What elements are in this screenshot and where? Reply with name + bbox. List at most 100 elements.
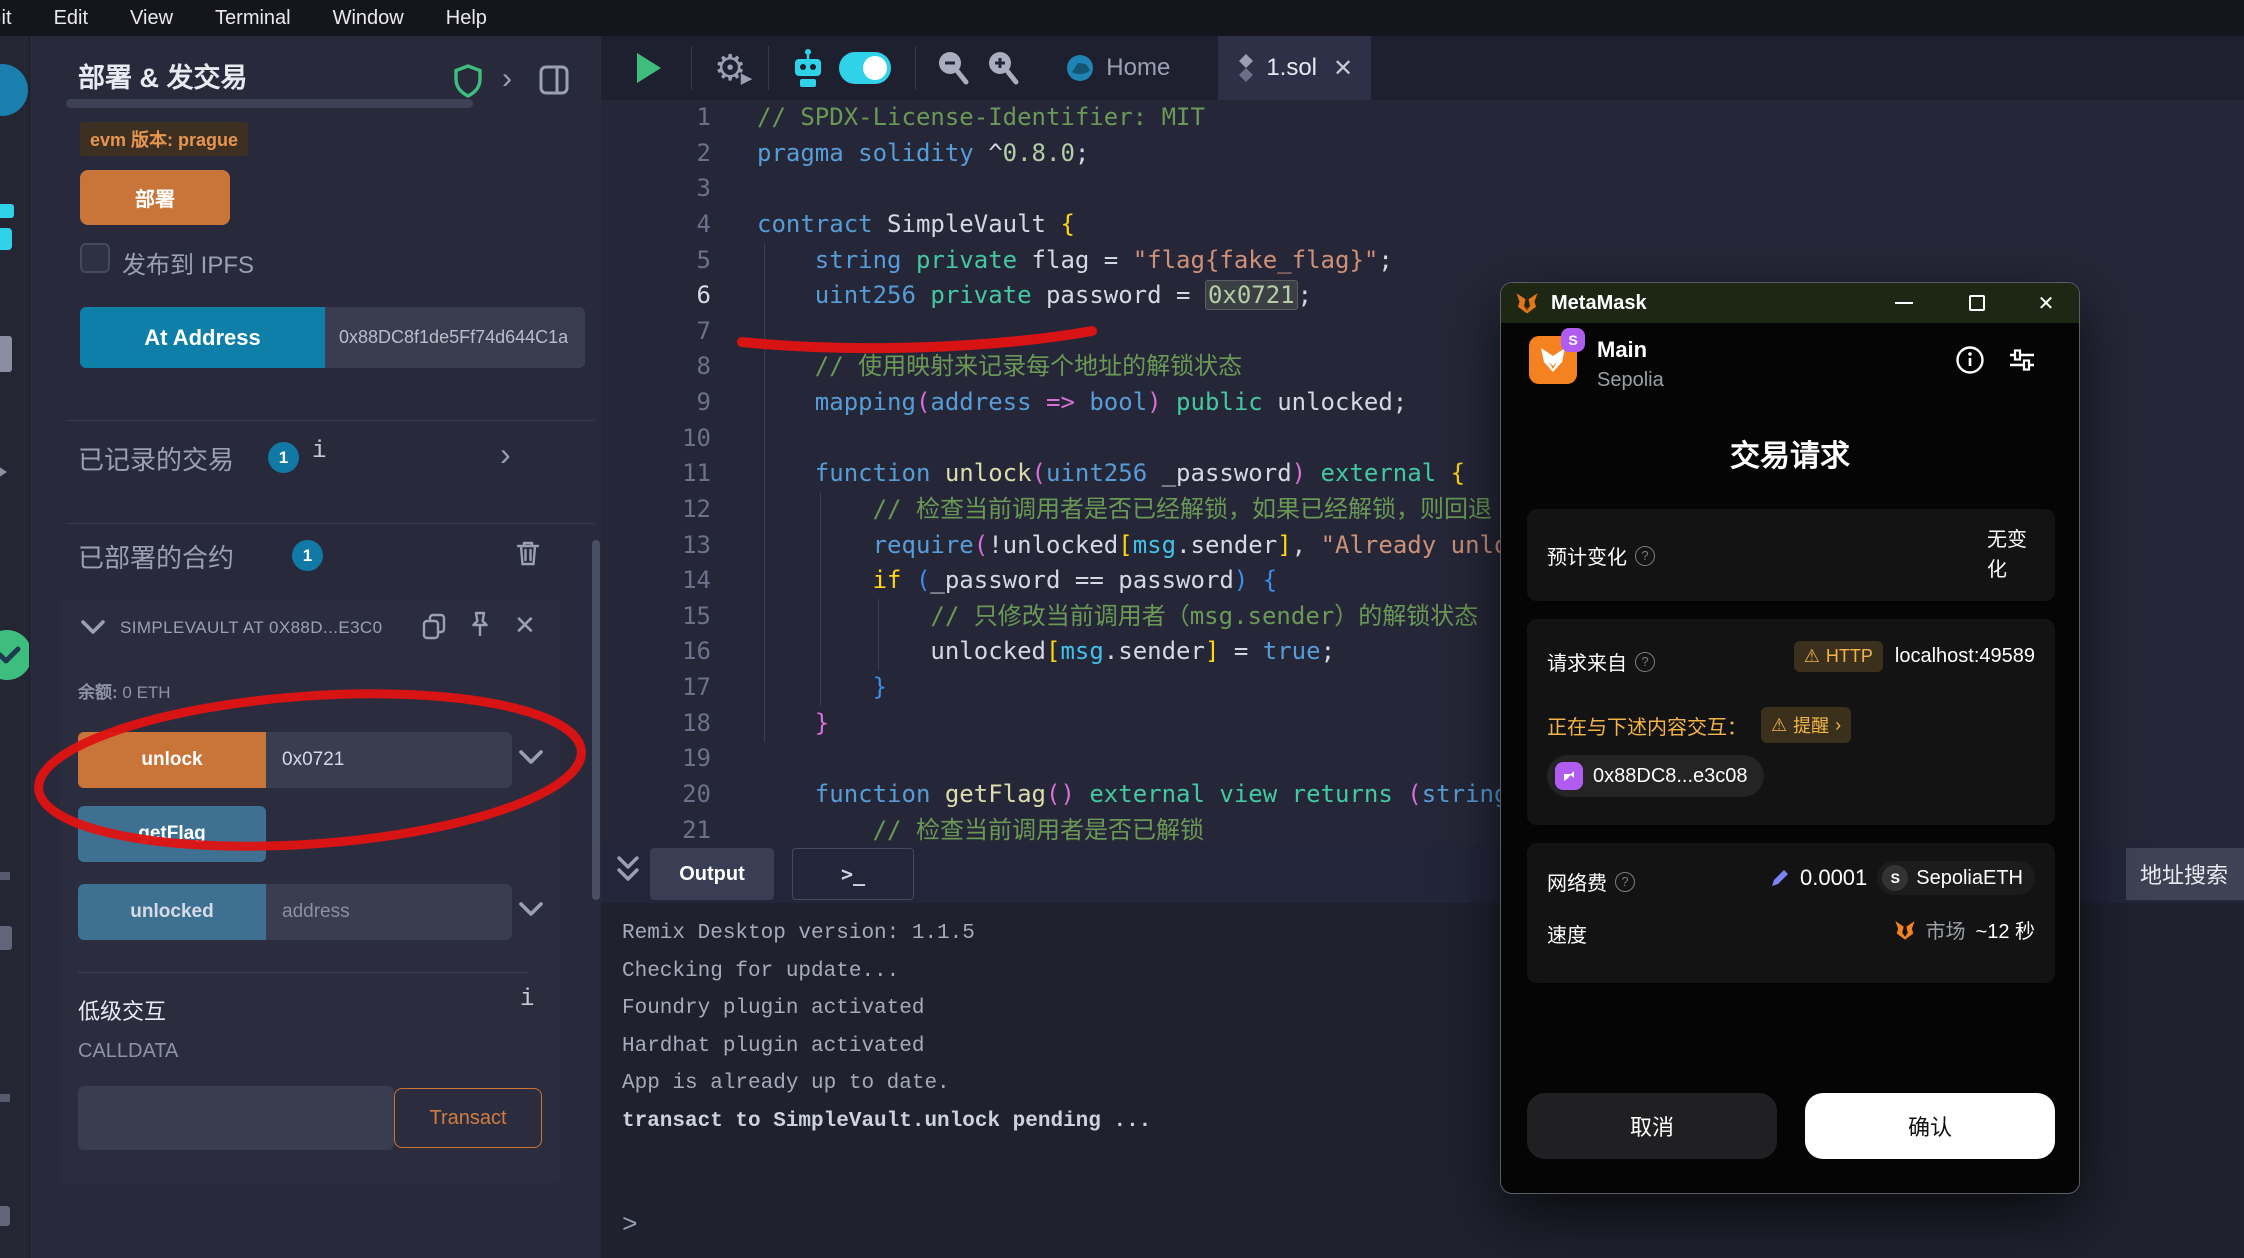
line-number: 10 <box>601 421 711 457</box>
plugin-icon[interactable] <box>0 1206 10 1226</box>
contract-address-pill[interactable]: 0x88DC8...e3c08 <box>1547 755 1764 797</box>
line-number: 14 <box>601 563 711 599</box>
contract-instance-label[interactable]: SIMPLEVAULT AT 0X88D...E3C0 <box>120 618 382 638</box>
run-script-icon[interactable] <box>633 51 663 85</box>
estimated-changes-card: 预计变化 ? 无变化 <box>1527 509 2055 601</box>
zoom-out-icon[interactable] <box>936 50 970 86</box>
menu-help[interactable]: Help <box>446 7 487 30</box>
plugin-icon[interactable] <box>0 204 14 218</box>
edit-fee-pencil-icon[interactable] <box>1770 868 1790 888</box>
line-number: 15 <box>601 599 711 635</box>
file-explorer-icon[interactable] <box>0 336 12 372</box>
tab-output[interactable]: Output <box>650 848 774 900</box>
chevron-down-icon[interactable] <box>518 748 544 766</box>
close-tab-icon[interactable]: ✕ <box>1333 54 1353 83</box>
code-line: 4contract SimpleVault { <box>601 207 2244 243</box>
low-level-interactions-label: 低级交互 <box>78 994 166 1026</box>
tab-1sol[interactable]: 1.sol ✕ <box>1218 36 1371 100</box>
chevron-down-icon[interactable] <box>80 618 106 636</box>
close-button[interactable]: ✕ <box>2021 283 2071 323</box>
cancel-button[interactable]: 取消 <box>1527 1093 1777 1159</box>
fee-token-pill: S SepoliaETH <box>1877 861 2035 895</box>
help-icon[interactable]: ? <box>1615 872 1635 892</box>
publish-ipfs-checkbox[interactable] <box>80 243 110 273</box>
remix-logo-icon[interactable] <box>0 64 28 116</box>
menu-view[interactable]: View <box>130 7 173 30</box>
menu-git[interactable]: Git <box>0 7 12 30</box>
compile-success-icon[interactable] <box>0 630 30 680</box>
expand-transactions-icon[interactable]: › <box>500 436 511 473</box>
account-avatar[interactable]: S <box>1529 336 1577 384</box>
copy-icon[interactable] <box>420 612 448 642</box>
split-view-icon[interactable] <box>538 64 570 96</box>
pin-icon[interactable] <box>466 610 494 640</box>
ai-assistant-robot-icon[interactable] <box>791 48 825 88</box>
menu-window[interactable]: Window <box>333 7 404 30</box>
terminal-prompt[interactable]: > <box>622 1210 638 1240</box>
plugin-icon[interactable] <box>0 1094 10 1102</box>
collapse-panel-icon[interactable]: › <box>502 62 512 96</box>
line-number: 2 <box>601 136 711 172</box>
chevron-down-icon[interactable] <box>518 900 544 918</box>
script-config-gear-icon[interactable]: ⚙▶ <box>714 47 746 89</box>
confirm-button[interactable]: 确认 <box>1805 1093 2055 1159</box>
speed-label: 速度 <box>1547 919 1587 948</box>
info-icon[interactable]: i <box>520 986 534 1013</box>
network-fee-card: 网络费 ? 0.0001 S SepoliaETH 速度 市场 ~12 秒 <box>1527 843 2055 983</box>
account-name[interactable]: Main <box>1597 337 1647 363</box>
menu-terminal[interactable]: Terminal <box>215 7 291 30</box>
editor-toolbar: ⚙▶ Home 1.sol ✕ <box>601 36 2244 100</box>
sepolia-token-icon: S <box>1882 865 1908 891</box>
terminal-lines: Remix Desktop version: 1.1.5Checking for… <box>622 915 1151 1140</box>
tab-home[interactable]: Home <box>1046 36 1188 100</box>
solidity-file-icon <box>1236 53 1256 83</box>
settings-sliders-icon[interactable] <box>2007 345 2037 375</box>
transact-button[interactable]: Transact <box>394 1088 542 1148</box>
network-fee-label: 网络费 <box>1547 867 1607 896</box>
plugin-icon[interactable] <box>0 872 10 880</box>
terminal-line: Foundry plugin activated <box>622 990 1151 1028</box>
code-line: 2pragma solidity ^0.8.0; <box>601 136 2244 172</box>
trash-icon[interactable] <box>514 538 542 568</box>
info-icon[interactable] <box>1955 345 1985 375</box>
unlocked-param-input[interactable] <box>266 884 512 940</box>
speed-market[interactable]: 市场 <box>1926 915 1966 944</box>
at-address-button[interactable]: At Address <box>80 307 325 368</box>
help-icon[interactable]: ? <box>1635 652 1655 672</box>
horizontal-scrollbar[interactable] <box>66 99 473 108</box>
estimated-changes-label: 预计变化 <box>1547 541 1627 570</box>
unlocked-function-button[interactable]: unlocked <box>78 884 266 940</box>
plugin-icon[interactable] <box>0 926 12 950</box>
http-warning-badge: ⚠HTTP <box>1794 641 1883 672</box>
deploy-button[interactable]: 部署 <box>80 170 230 225</box>
unlock-param-input[interactable] <box>266 732 512 788</box>
line-number: 17 <box>601 670 711 706</box>
request-origin: localhost:49589 <box>1895 645 2035 668</box>
warning-icon: ⚠ <box>1771 715 1787 736</box>
zoom-in-icon[interactable] <box>986 50 1020 86</box>
request-from-label: 请求来自 <box>1547 647 1627 676</box>
minimize-button[interactable] <box>1879 283 1929 323</box>
terminal-toggle-button[interactable]: >_ <box>792 848 914 900</box>
maximize-button[interactable] <box>1952 283 2002 323</box>
alert-badge[interactable]: ⚠提醒› <box>1761 707 1851 743</box>
plugin-icon[interactable] <box>0 228 12 250</box>
calldata-input[interactable] <box>78 1086 394 1150</box>
line-number: 3 <box>601 171 711 207</box>
close-contract-icon[interactable]: ✕ <box>514 610 536 641</box>
getflag-function-button[interactable]: getFlag <box>78 806 266 862</box>
help-icon[interactable]: ? <box>1635 546 1655 566</box>
ai-toggle[interactable] <box>839 52 891 84</box>
collapse-terminal-icon[interactable] <box>614 852 642 892</box>
shield-icon[interactable] <box>452 64 484 98</box>
info-icon[interactable]: i <box>312 438 326 465</box>
panel-scrollbar[interactable] <box>592 540 600 900</box>
network-name[interactable]: Sepolia <box>1597 369 1664 392</box>
menu-bar: Git Edit View Terminal Window Help <box>0 0 2244 36</box>
unlock-function-button[interactable]: unlock <box>78 732 266 788</box>
menu-edit[interactable]: Edit <box>54 7 88 30</box>
terminal-line: App is already up to date. <box>622 1065 1151 1103</box>
metamask-titlebar[interactable]: MetaMask ✕ <box>1501 283 2079 323</box>
at-address-input[interactable] <box>325 307 585 368</box>
code-line: 5 string private flag = "flag{fake_flag}… <box>601 243 2244 279</box>
